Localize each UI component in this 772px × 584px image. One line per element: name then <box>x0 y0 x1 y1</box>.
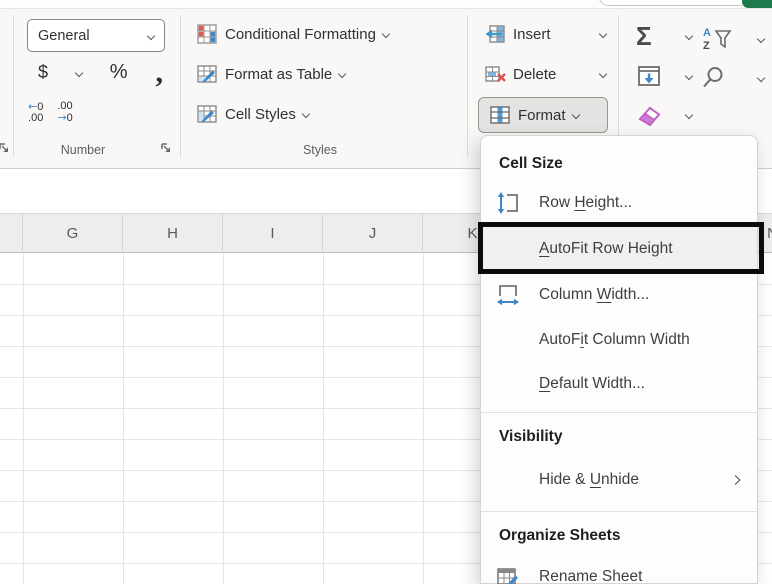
menu-item-row-height[interactable]: Row Height... <box>481 180 757 226</box>
menu-item-autofit-column-width[interactable]: AutoFit Column Width <box>481 318 757 362</box>
chevron-down-icon <box>571 111 579 119</box>
chevron-down-icon <box>757 74 765 82</box>
magnifier-icon <box>700 65 726 91</box>
dialog-launcher-icon[interactable] <box>0 142 11 155</box>
number-group-label: Number <box>33 143 133 157</box>
menu-item-hide-unhide[interactable]: Hide & Unhide <box>481 455 757 505</box>
comma-style-button[interactable]: , <box>155 68 163 78</box>
chevron-down-icon <box>685 111 693 119</box>
percent-style-button[interactable]: % <box>110 61 128 84</box>
cell-styles-button[interactable]: Cell Styles <box>196 103 309 125</box>
menu-header-organize-sheets: Organize Sheets <box>481 518 757 554</box>
menu-item-column-width[interactable]: Column Width... <box>481 272 757 318</box>
autosum-button[interactable]: Σ <box>636 23 692 49</box>
menu-item-rename-sheet[interactable]: Rename Sheet <box>481 554 757 584</box>
format-button[interactable]: Format <box>478 97 608 133</box>
menu-item-autofit-row-height[interactable]: AutoFit Row Height <box>481 226 757 272</box>
column-header-g[interactable]: G <box>23 214 123 252</box>
format-cells-icon <box>489 104 511 126</box>
chevron-down-icon <box>685 32 693 40</box>
svg-text:Z: Z <box>703 40 710 52</box>
increase-decimal-button[interactable]: ←0 .00 <box>28 101 43 124</box>
menu-header-cell-size: Cell Size <box>481 148 757 180</box>
column-header-h[interactable]: H <box>123 214 223 252</box>
svg-text:A: A <box>703 27 711 39</box>
submenu-arrow-icon <box>731 475 741 485</box>
styles-group-label: Styles <box>270 143 370 157</box>
delete-cells-icon <box>484 63 506 85</box>
chevron-down-icon <box>685 72 693 80</box>
column-width-icon <box>496 283 520 307</box>
format-as-table-button[interactable]: Format as Table <box>196 63 345 85</box>
menu-item-default-width[interactable]: Default Width... <box>481 362 757 406</box>
chevron-down-icon <box>382 30 390 38</box>
clear-button[interactable] <box>636 101 692 129</box>
number-format-value: General <box>38 28 90 44</box>
sigma-icon: Σ <box>636 23 652 49</box>
menu-separator <box>481 412 757 413</box>
chevron-down-icon <box>147 31 155 39</box>
chevron-down-icon <box>338 70 346 78</box>
column-header-i[interactable]: I <box>223 214 323 252</box>
chevron-down-icon <box>757 35 765 43</box>
accounting-format-button[interactable]: $ <box>38 62 48 83</box>
floating-toolbar-edge <box>598 0 750 6</box>
sort-filter-icon: A Z <box>702 25 738 53</box>
eraser-icon <box>636 101 664 129</box>
column-header-partial-left[interactable] <box>0 214 23 252</box>
column-header-j[interactable]: J <box>323 214 423 252</box>
chevron-down-icon <box>599 70 607 78</box>
dialog-launcher-icon[interactable] <box>160 142 173 155</box>
insert-cells-button[interactable]: Insert <box>484 23 606 45</box>
conditional-formatting-icon <box>196 23 218 45</box>
rename-sheet-icon <box>496 565 520 584</box>
excel-window: G H I J K N General <box>0 0 772 584</box>
conditional-formatting-button[interactable]: Conditional Formatting <box>196 23 389 45</box>
fill-down-icon <box>636 63 662 89</box>
row-height-icon <box>496 191 520 215</box>
cell-styles-icon <box>196 103 218 125</box>
format-as-table-icon <box>196 63 218 85</box>
format-menu: Cell Size Row Height... AutoFit Row Heig… <box>480 135 758 584</box>
chevron-down-icon <box>599 30 607 38</box>
fill-button[interactable] <box>636 63 692 89</box>
number-format-dropdown[interactable]: General <box>27 19 165 52</box>
green-button-partial[interactable] <box>742 0 772 8</box>
insert-cells-icon <box>484 23 506 45</box>
menu-separator <box>481 511 757 512</box>
chevron-down-icon[interactable] <box>75 68 83 76</box>
menu-header-visibility: Visibility <box>481 419 757 455</box>
decrease-decimal-button[interactable]: .00 →0 <box>57 101 72 124</box>
chevron-down-icon <box>302 110 310 118</box>
delete-cells-button[interactable]: Delete <box>484 63 606 85</box>
sort-filter-button[interactable]: A Z <box>702 25 764 53</box>
find-select-button[interactable] <box>700 65 764 91</box>
